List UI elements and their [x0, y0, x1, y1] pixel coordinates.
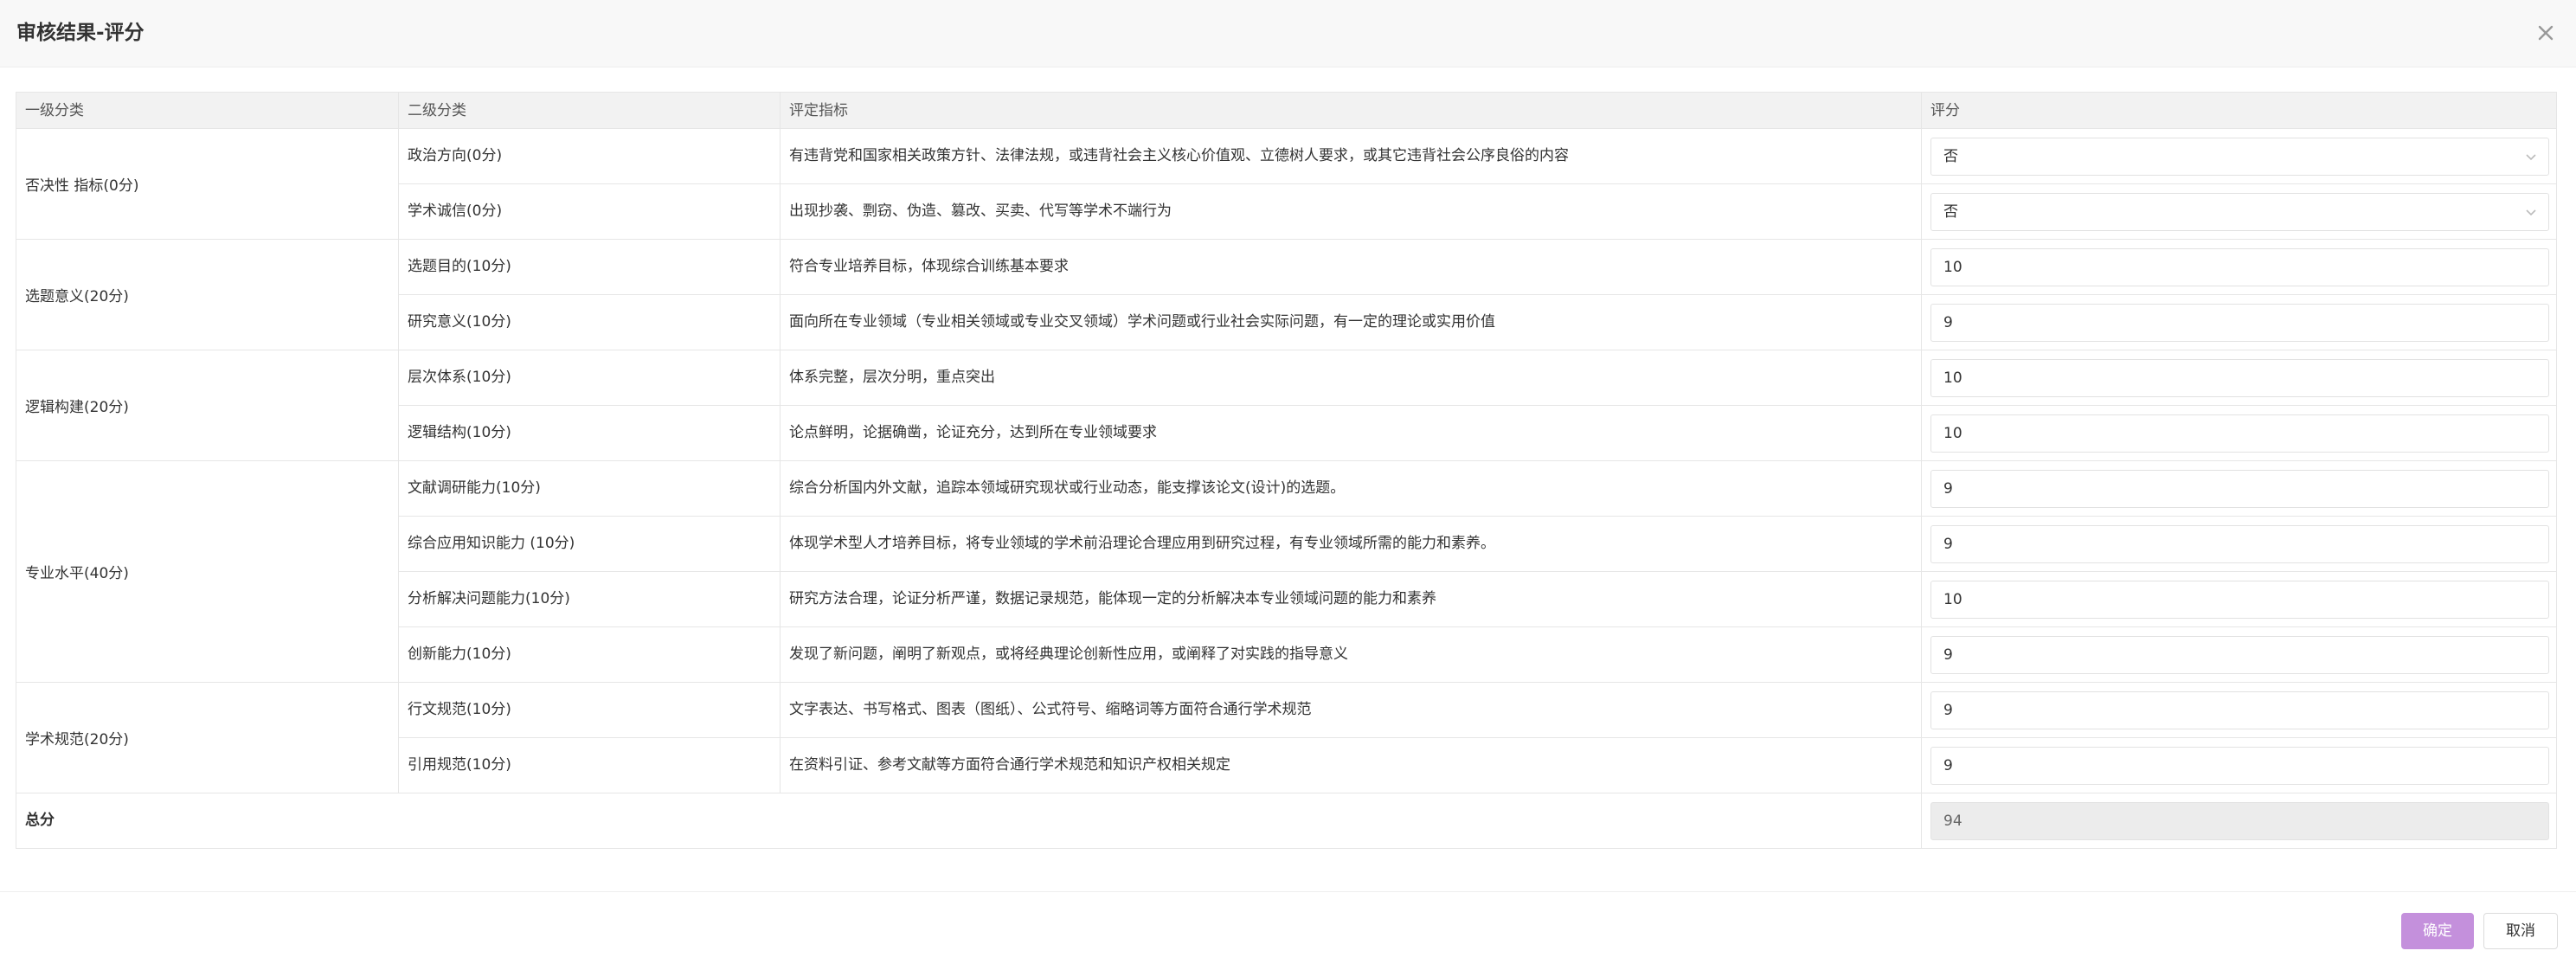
- score-input[interactable]: [1930, 414, 2549, 453]
- review-score-dialog: 审核结果-评分 一级分类 二级分类 评定指标 评分 政治方向(0分) 有违背党和…: [0, 0, 2576, 970]
- sub-category: 学术诚信(0分): [399, 184, 781, 240]
- header-criteria: 评定指标: [781, 93, 1922, 129]
- sub-category: 研究意义(10分): [399, 295, 781, 350]
- criteria-text: 发现了新问题，阐明了新观点，或将经典理论创新性应用，或阐释了对实践的指导意义: [781, 627, 1922, 683]
- category-veto: 否决性 指标(0分): [16, 129, 399, 240]
- criteria-text: 体系完整，层次分明，重点突出: [781, 350, 1922, 406]
- dialog-title: 审核结果-评分: [16, 22, 145, 44]
- category-label: 选题意义(20分): [25, 288, 129, 305]
- criteria-text: 有违背党和国家相关政策方针、法律法规，或违背社会主义核心价值观、立德树人要求，或…: [781, 129, 1922, 184]
- sub-category: 综合应用知识能力 (10分): [399, 517, 781, 572]
- criteria-text: 研究方法合理，论证分析严谨，数据记录规范，能体现一定的分析解决本专业领域问题的能…: [781, 572, 1922, 627]
- score-input[interactable]: [1930, 747, 2549, 785]
- dialog-header: 审核结果-评分: [0, 0, 2576, 67]
- close-icon[interactable]: [2532, 19, 2560, 47]
- score-table: 一级分类 二级分类 评定指标 评分 政治方向(0分) 有违背党和国家相关政策方针…: [16, 92, 2557, 849]
- confirm-button[interactable]: 确定: [2401, 913, 2474, 949]
- criteria-text: 论点鲜明，论据确凿，论证充分，达到所在专业领域要求: [781, 406, 1922, 461]
- criteria-text: 在资料引证、参考文献等方面符合通行学术规范和知识产权相关规定: [781, 738, 1922, 793]
- header-score: 评分: [1930, 102, 1960, 119]
- criteria-text: 符合专业培养目标，体现综合训练基本要求: [781, 240, 1922, 295]
- score-input[interactable]: [1930, 304, 2549, 342]
- criteria-text: 体现学术型人才培养目标，将专业领域的学术前沿理论合理应用到研究过程，有专业领域所…: [781, 517, 1922, 572]
- criteria-text: 文字表达、书写格式、图表（图纸）、公式符号、缩略词等方面符合通行学术规范: [781, 683, 1922, 738]
- score-input[interactable]: [1930, 691, 2549, 729]
- score-input[interactable]: [1930, 525, 2549, 563]
- category-topic-significance: 选题意义(20分): [16, 240, 399, 350]
- score-input[interactable]: [1930, 581, 2549, 619]
- score-select-value: 否: [1943, 203, 1958, 221]
- sub-category: 创新能力(10分): [399, 627, 781, 683]
- score-select[interactable]: 否: [1930, 138, 2549, 176]
- header-level1: 一级分类: [16, 93, 399, 129]
- category-logic: 逻辑构建(20分): [16, 350, 399, 461]
- header-level2: 二级分类: [399, 93, 781, 129]
- footer-divider: [0, 891, 2576, 892]
- sub-category: 引用规范(10分): [399, 738, 781, 793]
- score-input[interactable]: [1930, 359, 2549, 397]
- total-row: 总分: [16, 793, 2556, 849]
- sub-category: 层次体系(10分): [399, 350, 781, 406]
- criteria-text: 出现抄袭、剽窃、伪造、篡改、买卖、代写等学术不端行为: [781, 184, 1922, 240]
- cancel-button[interactable]: 取消: [2483, 913, 2558, 949]
- table-header-row: 一级分类 二级分类 评定指标 评分: [16, 93, 2556, 129]
- category-label: 专业水平(40分): [25, 565, 129, 582]
- score-input[interactable]: [1930, 248, 2549, 286]
- category-professional-level: 专业水平(40分): [16, 461, 399, 683]
- score-select[interactable]: 否: [1930, 193, 2549, 231]
- sub-category: 选题目的(10分): [399, 240, 781, 295]
- sub-category: 逻辑结构(10分): [399, 406, 781, 461]
- score-input[interactable]: [1930, 470, 2549, 508]
- sub-category: 政治方向(0分): [399, 129, 781, 184]
- category-label: 否决性 指标(0分): [25, 177, 139, 195]
- sub-category: 行文规范(10分): [399, 683, 781, 738]
- total-label: 总分: [16, 793, 1922, 849]
- sub-category: 分析解决问题能力(10分): [399, 572, 781, 627]
- score-input[interactable]: [1930, 636, 2549, 674]
- category-label: 逻辑构建(20分): [25, 399, 129, 416]
- score-select-value: 否: [1943, 148, 1958, 165]
- total-score-field: [1930, 802, 2549, 840]
- criteria-text: 面向所在专业领域（专业相关领域或专业交叉领域）学术问题或行业社会实际问题，有一定…: [781, 295, 1922, 350]
- chevron-down-icon: [2526, 154, 2536, 161]
- criteria-text: 综合分析国内外文献，追踪本领域研究现状或行业动态，能支撑该论文(设计)的选题。: [781, 461, 1922, 517]
- sub-category: 文献调研能力(10分): [399, 461, 781, 517]
- chevron-down-icon: [2526, 209, 2536, 216]
- category-label: 学术规范(20分): [25, 731, 129, 748]
- category-academic-norms: 学术规范(20分): [16, 683, 399, 793]
